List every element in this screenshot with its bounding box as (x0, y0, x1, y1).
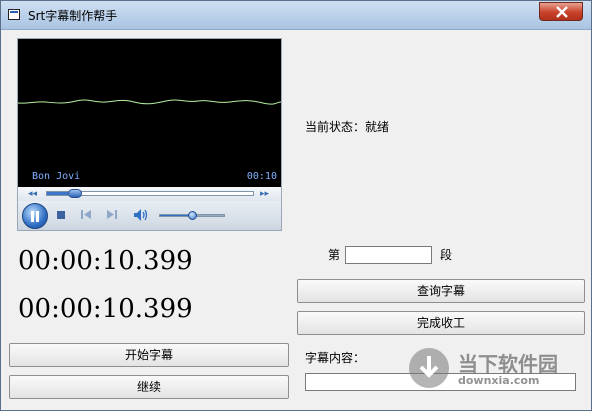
finish-button[interactable]: 完成收工 (297, 311, 585, 335)
query-subtitle-button[interactable]: 查询字幕 (297, 279, 585, 303)
volume-slider[interactable] (159, 211, 225, 220)
start-time-display: 00:00:10.399 (18, 246, 193, 276)
app-icon[interactable] (8, 9, 20, 20)
playback-time: 00:10 (246, 171, 277, 182)
pause-button[interactable] (22, 203, 48, 229)
controls-row (18, 201, 281, 230)
rewind-icon[interactable]: ◂◂ (28, 189, 37, 199)
seek-bar[interactable] (46, 189, 254, 198)
close-button[interactable] (539, 2, 583, 21)
volume-thumb[interactable] (188, 211, 197, 220)
main-window: Srt字幕制作帮手 Bon Jovi 00:10 ◂◂ ▸▸ 00:00:10.… (0, 0, 592, 411)
close-icon (556, 6, 568, 18)
watermark-url: downxia.com (458, 374, 540, 387)
stop-button[interactable] (57, 211, 65, 219)
seek-thumb[interactable] (67, 189, 82, 198)
segment-prefix: 第 (328, 248, 341, 262)
segment-suffix: 段 (440, 248, 453, 262)
watermark-logo: 当下软件园 downxia.com (404, 346, 580, 394)
segment-number-input[interactable] (345, 246, 432, 264)
download-icon (409, 348, 449, 388)
volume-icon[interactable] (133, 208, 149, 222)
start-subtitle-button[interactable]: 开始字幕 (9, 343, 289, 367)
status-label: 当前状态：就绪 (305, 120, 390, 134)
pause-icon (31, 211, 34, 222)
media-player: Bon Jovi 00:10 ◂◂ ▸▸ (17, 38, 282, 231)
end-time-display: 00:00:10.399 (18, 294, 193, 324)
fast-forward-icon[interactable]: ▸▸ (260, 189, 269, 199)
track-artist: Bon Jovi (32, 171, 81, 182)
audio-waveform (18, 99, 281, 105)
pause-icon-bar (36, 211, 39, 222)
seek-fill (47, 192, 68, 195)
next-track-icon[interactable] (106, 209, 118, 220)
watermark-name: 当下软件园 (458, 352, 558, 376)
content-label: 字幕内容： (305, 351, 366, 365)
video-area[interactable]: Bon Jovi 00:10 (18, 39, 281, 187)
previous-track-icon[interactable] (80, 209, 92, 220)
continue-button[interactable]: 继续 (9, 375, 289, 399)
seek-row: ◂◂ ▸▸ (18, 187, 281, 201)
window-title: Srt字幕制作帮手 (28, 9, 118, 23)
title-bar[interactable]: Srt字幕制作帮手 (1, 1, 591, 30)
